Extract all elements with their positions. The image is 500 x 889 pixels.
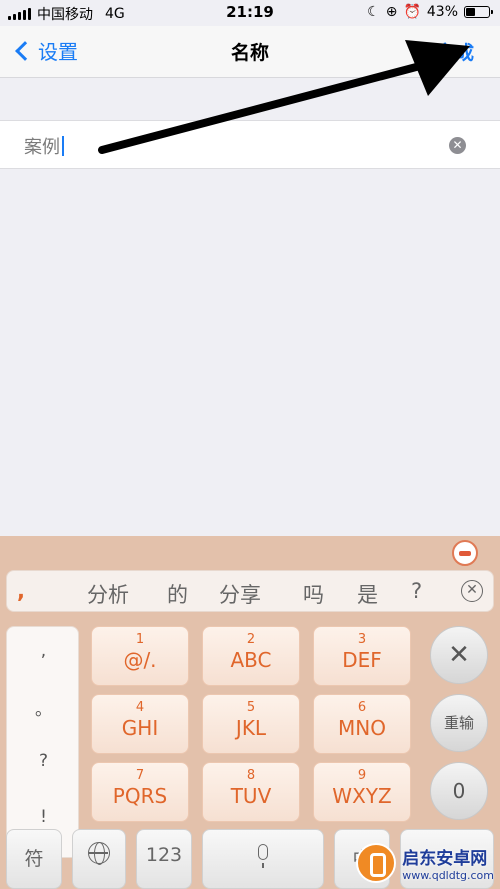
retype-key[interactable]: 重输: [430, 694, 488, 752]
navigation-bar: 设置 名称 完成: [0, 26, 500, 78]
numbers-key[interactable]: 123: [136, 829, 192, 889]
key-4[interactable]: 4 GHI: [91, 694, 189, 754]
watermark-logo-icon: [356, 843, 397, 883]
delete-key[interactable]: ✕: [430, 626, 488, 684]
key-letters: ABC: [230, 648, 272, 672]
key-3[interactable]: 3 DEF: [313, 626, 411, 686]
key-number: 1: [135, 632, 145, 647]
key-letters: @/.: [123, 648, 157, 672]
candidate-bar: , 分析 的 分享 吗 是 ? ✕: [6, 570, 494, 612]
key-2[interactable]: 2 ABC: [202, 626, 300, 686]
punctuation-key[interactable]: ?: [7, 751, 80, 771]
name-input-value: 案例: [24, 137, 60, 158]
done-button[interactable]: 完成: [436, 38, 474, 65]
key-number: 8: [246, 768, 256, 783]
key-letters: TUV: [230, 784, 272, 808]
moon-icon: ☾: [367, 4, 380, 20]
punctuation-column: , 。 ? !: [6, 626, 79, 858]
key-number: 6: [357, 700, 367, 715]
candidate-item[interactable]: 是: [357, 579, 378, 609]
key-8[interactable]: 8 TUV: [202, 762, 300, 822]
key-letters: DEF: [342, 648, 382, 672]
alarm-icon: ⏰: [403, 4, 421, 20]
candidate-item[interactable]: ?: [411, 579, 422, 603]
globe-key[interactable]: [72, 829, 126, 889]
watermark-url: www.qdldtg.com: [402, 869, 494, 882]
globe-icon: [88, 842, 110, 865]
key-letters: PQRS: [112, 784, 168, 808]
candidate-item[interactable]: 分析: [87, 579, 129, 609]
key-1[interactable]: 1 @/.: [91, 626, 189, 686]
key-number: 3: [357, 632, 367, 647]
orientation-lock-icon: ⊕: [385, 4, 398, 20]
candidate-item[interactable]: 分享: [219, 579, 261, 609]
candidate-item[interactable]: ,: [17, 579, 25, 603]
watermark-name: 启东安卓网: [402, 849, 488, 869]
page-title: 名称: [230, 42, 269, 64]
key-letters: JKL: [235, 716, 267, 740]
key-number: 9: [357, 768, 367, 783]
key-5[interactable]: 5 JKL: [202, 694, 300, 754]
punctuation-key[interactable]: ,: [7, 641, 80, 661]
watermark: 启东安卓网 www.qdldtg.com: [356, 843, 494, 883]
key-number: 7: [135, 768, 145, 783]
zero-key[interactable]: 0: [430, 762, 488, 820]
key-letters: MNO: [338, 716, 386, 740]
candidate-item[interactable]: 吗: [303, 579, 324, 609]
key-number: 2: [246, 632, 256, 647]
battery-icon: [464, 6, 493, 18]
key-letters: WXYZ: [332, 784, 392, 808]
key-letters: GHI: [121, 716, 159, 740]
candidate-item[interactable]: 的: [167, 579, 188, 609]
delete-candidate-icon[interactable]: ✕: [461, 580, 483, 602]
key-number: 4: [135, 700, 145, 715]
punctuation-key[interactable]: !: [7, 807, 80, 827]
punctuation-key[interactable]: 。: [7, 695, 80, 720]
key-number: 5: [246, 700, 256, 715]
key-9[interactable]: 9 WXYZ: [313, 762, 411, 822]
text-cursor: [62, 136, 64, 156]
key-7[interactable]: 7 PQRS: [91, 762, 189, 822]
status-bar: 中国移动 4G 21:19 ☾ ⊕ ⏰ 43%: [0, 0, 500, 26]
keyboard-mascot-icon[interactable]: [452, 540, 478, 566]
name-field[interactable]: 案例 ✕: [0, 120, 500, 169]
battery-percent: 43%: [426, 4, 458, 20]
microphone-icon: [258, 844, 268, 868]
name-input[interactable]: 案例: [24, 133, 64, 159]
clear-text-button[interactable]: ✕: [449, 137, 466, 154]
key-6[interactable]: 6 MNO: [313, 694, 411, 754]
symbols-key[interactable]: 符: [6, 829, 62, 889]
space-voice-key[interactable]: [202, 829, 324, 889]
